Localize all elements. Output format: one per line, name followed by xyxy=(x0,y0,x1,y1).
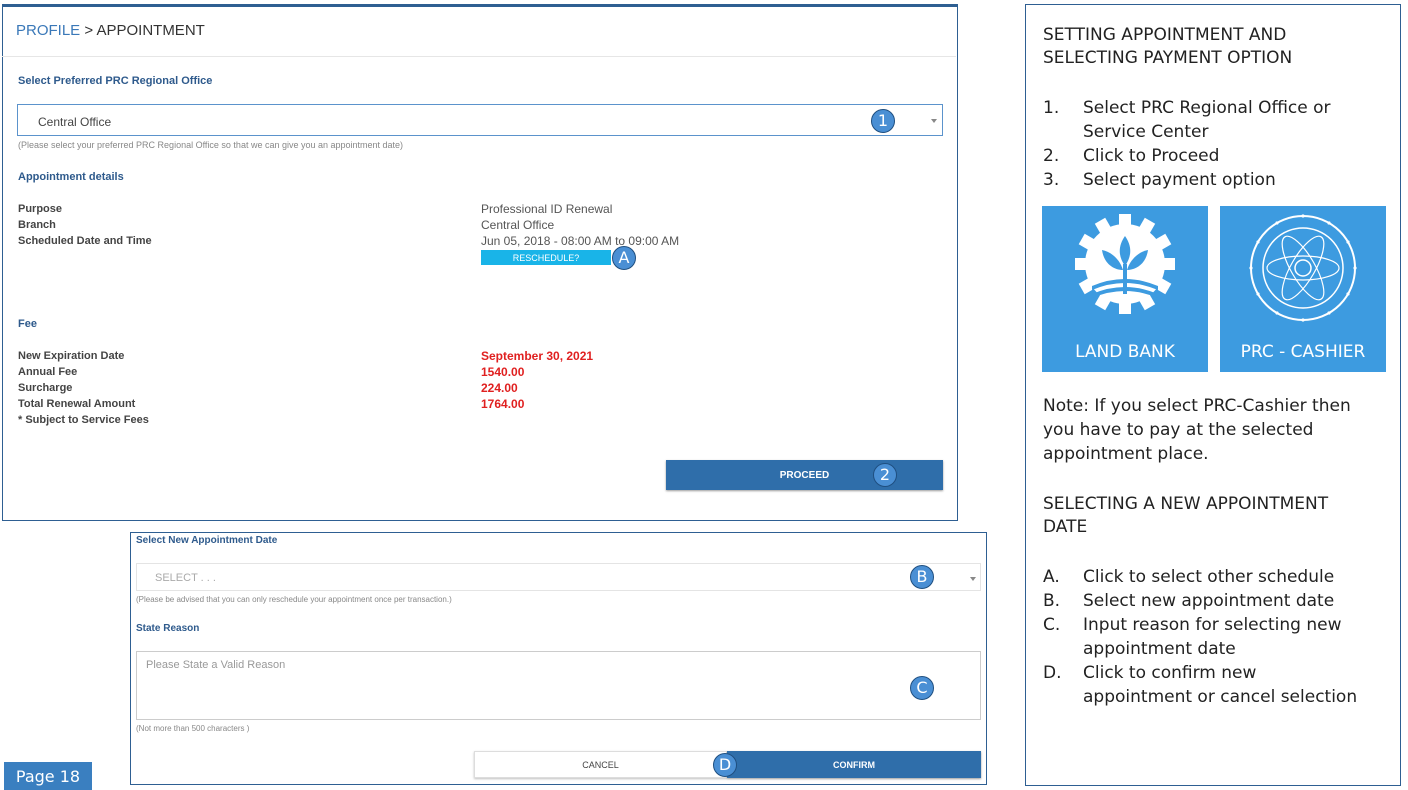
step-a: A. Click to select other schedule xyxy=(1043,565,1395,589)
annual-fee-label: Annual Fee xyxy=(18,366,78,378)
reschedule-button[interactable]: RESCHEDULE? xyxy=(481,250,611,265)
instructions-title-1: SETTING APPOINTMENT AND SELECTING PAYMEN… xyxy=(1043,24,1292,70)
instructions-title-2: SELECTING A NEW APPOINTMENT DATE xyxy=(1043,493,1328,539)
fee-title: Fee xyxy=(18,318,37,330)
payment-note-line-1: Note: If you select PRC-Cashier then xyxy=(1043,396,1351,416)
land-bank-tile[interactable]: LAND BANK xyxy=(1042,206,1208,372)
chevron-down-icon xyxy=(931,119,937,123)
purpose-label: Purpose xyxy=(18,203,63,215)
land-bank-logo-icon xyxy=(1075,214,1175,314)
step-d-num: D. xyxy=(1043,663,1062,683)
step-c: C. Input reason for selecting new appointm… xyxy=(1043,613,1395,661)
branch-value: Central Office xyxy=(481,218,555,232)
proceed-button[interactable]: PROCEED xyxy=(666,460,943,490)
header-divider xyxy=(2,56,956,57)
breadcrumb-separator: > xyxy=(80,22,97,39)
step-1-line-1: Select PRC Regional Office or xyxy=(1083,98,1331,118)
step-a-num: A. xyxy=(1043,567,1060,587)
step-b-num: B. xyxy=(1043,591,1061,611)
step-c-num: C. xyxy=(1043,615,1061,635)
office-section-title: Select Preferred PRC Regional Office xyxy=(18,75,213,87)
regional-office-selected: Central Office xyxy=(38,115,112,129)
prc-cashier-tile[interactable]: PRC - CASHIER xyxy=(1220,206,1386,372)
step-2-num: 2. xyxy=(1043,146,1060,166)
payment-note-line-3: appointment place. xyxy=(1043,444,1209,464)
prc-seal-icon xyxy=(1249,214,1357,322)
callout-badge-c: C xyxy=(910,676,934,700)
step-a-line-1: Click to select other schedule xyxy=(1083,567,1335,587)
breadcrumb-profile-link[interactable]: PROFILE xyxy=(16,22,80,39)
callout-badge-b: B xyxy=(910,565,934,589)
reason-placeholder: Please State a Valid Reason xyxy=(146,659,286,671)
instructions-title-2-line-2: DATE xyxy=(1043,517,1088,537)
payment-note-line-2: you have to pay at the selected xyxy=(1043,420,1314,440)
step-2-line-1: Click to Proceed xyxy=(1083,146,1220,166)
reason-title: State Reason xyxy=(136,623,200,634)
breadcrumb-current: APPOINTMENT xyxy=(96,22,205,39)
annual-fee-value: 1540.00 xyxy=(481,365,525,379)
step-3-line-1: Select payment option xyxy=(1083,170,1276,190)
expiration-label: New Expiration Date xyxy=(18,350,125,362)
new-date-title: Select New Appointment Date xyxy=(136,535,278,546)
steps-list-2: A. Click to select other schedule B. Selec… xyxy=(1043,565,1395,709)
regional-office-select[interactable]: Central Office xyxy=(17,104,943,136)
callout-badge-2: 2 xyxy=(873,463,897,487)
instructions-title-1-line-1: SETTING APPOINTMENT AND xyxy=(1043,25,1287,45)
reason-hint: (Not more than 500 characters ) xyxy=(136,724,250,733)
step-2: 2. Click to Proceed xyxy=(1043,144,1393,168)
schedule-value: Jun 05, 2018 - 08:00 AM to 09:00 AM xyxy=(481,234,680,248)
step-d: D. Click to confirm new appointment or can… xyxy=(1043,661,1395,709)
steps-list: 1. Select PRC Regional Office or Service C… xyxy=(1043,96,1393,192)
new-date-hint: (Please be advised that you can only res… xyxy=(136,595,452,604)
step-b: B. Select new appointment date xyxy=(1043,589,1395,613)
branch-label: Branch xyxy=(18,219,56,231)
step-b-line-1: Select new appointment date xyxy=(1083,591,1335,611)
schedule-label: Scheduled Date and Time xyxy=(18,235,152,247)
chevron-down-icon xyxy=(970,577,976,581)
breadcrumb: PROFILE > APPOINTMENT xyxy=(16,22,205,39)
surcharge-label: Surcharge xyxy=(18,382,73,394)
total-value: 1764.00 xyxy=(481,397,525,411)
step-c-line-2: appointment date xyxy=(1083,639,1236,659)
callout-badge-a: A xyxy=(612,246,636,270)
instructions-title-1-line-2: SELECTING PAYMENT OPTION xyxy=(1043,48,1293,68)
step-1-num: 1. xyxy=(1043,98,1060,118)
cancel-button[interactable]: CANCEL xyxy=(474,751,727,778)
callout-badge-d: D xyxy=(713,753,737,777)
confirm-button[interactable]: CONFIRM xyxy=(727,751,981,778)
purpose-value: Professional ID Renewal xyxy=(481,202,613,216)
expiration-value: September 30, 2021 xyxy=(481,349,594,363)
reason-textarea[interactable]: Please State a Valid Reason xyxy=(136,651,981,720)
step-3: 3. Select payment option xyxy=(1043,168,1393,192)
step-d-line-1: Click to confirm new xyxy=(1083,663,1257,683)
surcharge-value: 224.00 xyxy=(481,381,518,395)
step-d-line-2: appointment or cancel selection xyxy=(1083,687,1358,707)
new-date-select[interactable]: SELECT . . . xyxy=(136,563,981,591)
regional-office-hint: (Please select your preferred PRC Region… xyxy=(18,140,404,150)
callout-badge-1: 1 xyxy=(871,109,895,133)
step-c-line-1: Input reason for selecting new xyxy=(1083,615,1342,635)
prc-cashier-caption: PRC - CASHIER xyxy=(1240,342,1366,362)
land-bank-caption: LAND BANK xyxy=(1075,342,1175,362)
payment-note: Note: If you select PRC-Cashier then you… xyxy=(1043,394,1351,466)
appointment-details-title: Appointment details xyxy=(18,171,124,183)
step-1-line-2: Service Center xyxy=(1083,122,1209,142)
total-label: Total Renewal Amount xyxy=(18,398,136,410)
page-number-label: Page 18 xyxy=(4,762,92,790)
instructions-title-2-line-1: SELECTING A NEW APPOINTMENT xyxy=(1043,494,1329,514)
step-1: 1. Select PRC Regional Office or Service C… xyxy=(1043,96,1393,144)
service-fee-note: * Subject to Service Fees xyxy=(18,414,149,426)
step-3-num: 3. xyxy=(1043,170,1060,190)
new-date-placeholder: SELECT . . . xyxy=(155,572,216,584)
